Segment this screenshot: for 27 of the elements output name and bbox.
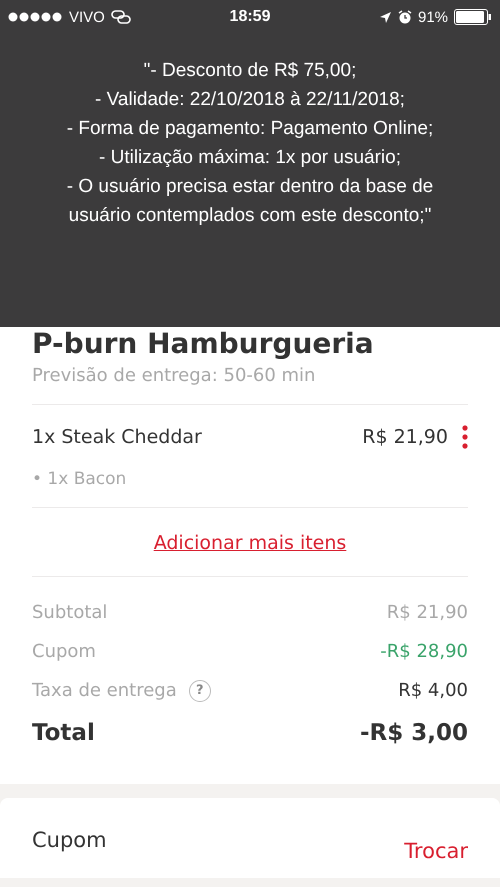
item-name: 1x Steak Cheddar xyxy=(32,426,202,448)
battery-icon xyxy=(454,9,492,25)
summary-value: -R$ 28,90 xyxy=(380,641,468,662)
summary-value: -R$ 3,00 xyxy=(360,720,468,746)
delivery-estimate: Previsão de entrega: 50-60 min xyxy=(32,365,316,388)
more-options-icon[interactable] xyxy=(462,425,468,449)
summary-label: Total xyxy=(32,720,95,746)
item-extra: • 1x Bacon xyxy=(32,469,128,489)
link-icon xyxy=(110,10,131,24)
carrier-name: VIVO xyxy=(69,8,105,26)
summary-label: Cupom xyxy=(32,641,96,662)
help-icon[interactable]: ? xyxy=(188,680,211,702)
summary-label: Subtotal xyxy=(32,602,108,623)
clock-time: 18:59 xyxy=(230,8,270,26)
item-price: R$ 21,90 xyxy=(362,426,448,448)
coupon-section-title: Cupom xyxy=(32,828,107,854)
add-more-items-link[interactable]: Adicionar mais itens xyxy=(154,532,346,554)
location-arrow-icon xyxy=(378,10,392,24)
summary-value: R$ 21,90 xyxy=(386,602,468,623)
battery-percent: 91% xyxy=(418,8,448,26)
coupon-rules-text: "- Desconto de R$ 75,00; - Validade: 22/10/2018 à 22/11/2018; - Forma de pagamento: Pagamento Online; - Utilização máxima: 1x por usuário; - O usuário precisa estar dentro da base de usuário contemplados com este desconto;" xyxy=(66,59,434,228)
restaurant-name: P-burn Hamburgueria xyxy=(32,327,375,361)
change-coupon-button[interactable]: Trocar xyxy=(404,838,468,865)
summary-value: R$ 4,00 xyxy=(398,680,468,701)
summary-label: Taxa de entrega xyxy=(32,680,177,701)
signal-icon xyxy=(8,12,63,22)
alarm-clock-icon xyxy=(398,10,412,24)
